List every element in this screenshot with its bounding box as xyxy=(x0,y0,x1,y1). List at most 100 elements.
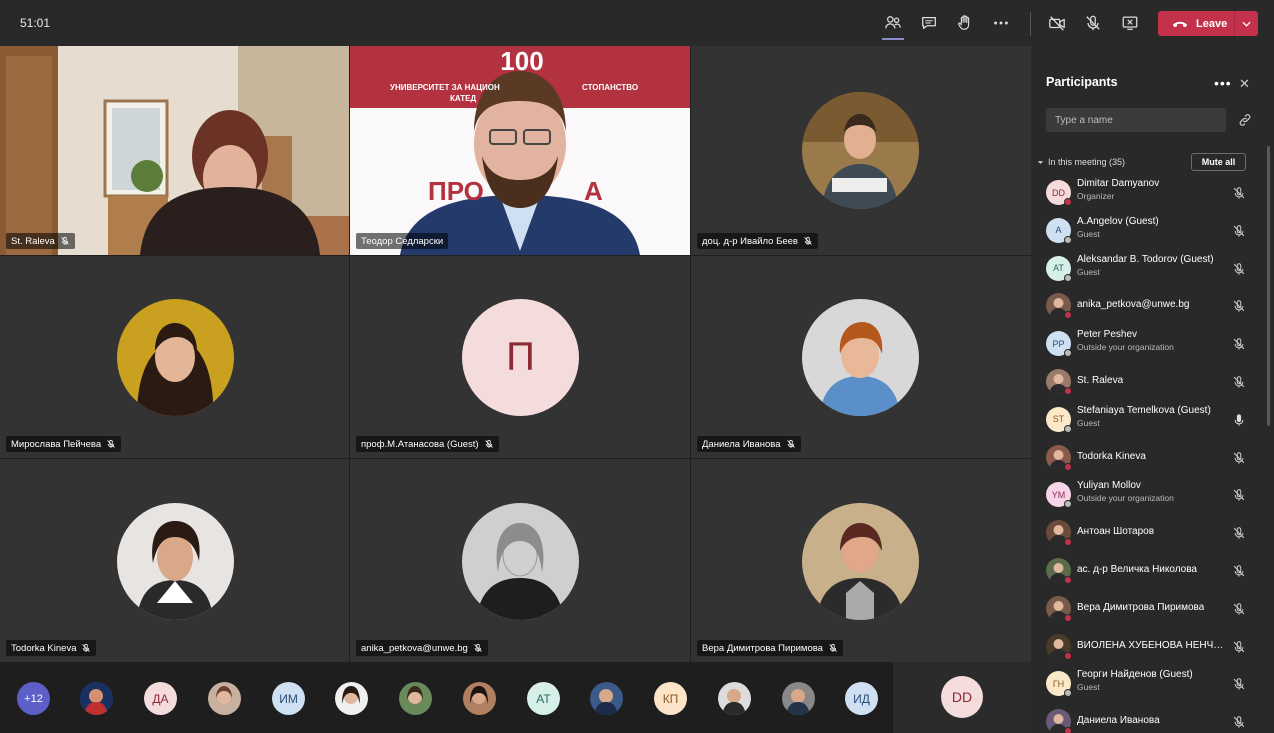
participant-name: Peter Peshev xyxy=(1077,329,1138,341)
participant-name: St. Raleva xyxy=(1077,374,1124,386)
participant-row[interactable]: YM Yuliyan Mollov Outside your organizatio… xyxy=(1031,476,1267,514)
mic-off-icon[interactable] xyxy=(1232,337,1246,351)
mic-off-icon xyxy=(829,643,837,652)
strip-avatar[interactable] xyxy=(80,682,113,715)
strip-avatar[interactable]: АТ xyxy=(527,682,560,715)
people-icon[interactable] xyxy=(883,13,903,33)
mic-off-icon[interactable] xyxy=(1232,224,1246,238)
video-tile[interactable]: anika_petkova@unwe.bg xyxy=(350,459,690,662)
mic-off-icon[interactable] xyxy=(1232,640,1246,654)
participant-search-input[interactable] xyxy=(1046,108,1226,132)
participant-photo-avatar xyxy=(1046,293,1072,320)
more-icon[interactable]: ••• xyxy=(1214,75,1232,91)
mic-off-icon[interactable] xyxy=(1232,526,1246,540)
self-preview[interactable]: DD xyxy=(893,662,1031,733)
meeting-toolbar: 51:01 Leave xyxy=(0,0,1274,46)
mic-off-icon[interactable] xyxy=(1232,451,1246,465)
participant-row[interactable]: A A.Angelov (Guest) Guest xyxy=(1031,212,1267,250)
participant-avatar xyxy=(117,299,234,416)
raise-hand-icon[interactable] xyxy=(955,13,975,33)
mic-off-icon xyxy=(804,236,812,245)
more-icon[interactable] xyxy=(991,13,1011,33)
panel-scrollbar[interactable] xyxy=(1267,146,1270,426)
strip-avatar[interactable] xyxy=(782,682,815,715)
strip-avatar[interactable]: ДА xyxy=(144,682,177,715)
chat-icon[interactable] xyxy=(919,13,939,33)
participant-role: Outside your organization xyxy=(1077,493,1174,504)
video-tile[interactable]: Вера Димитрова Пиримова xyxy=(691,459,1031,662)
participant-row[interactable]: ВИОЛЕНА ХУБЕНОВА НЕНЧЕ... xyxy=(1031,628,1267,666)
video-tile[interactable]: St. Raleva xyxy=(0,46,349,255)
overflow-participants-button[interactable]: +12 xyxy=(17,682,50,715)
video-tile[interactable]: Даниела Иванова xyxy=(691,256,1031,458)
participant-name-tag: проф.М.Атанасова (Guest) xyxy=(356,436,499,452)
strip-avatar[interactable]: КП xyxy=(654,682,687,715)
participant-row[interactable]: Даниела Иванова xyxy=(1031,703,1267,733)
participant-row[interactable]: St. Raleva xyxy=(1031,363,1267,401)
video-tile[interactable]: Мирослава Пейчева xyxy=(0,256,349,458)
participant-name: доц. д-р Ивайло Беев xyxy=(702,235,798,247)
mic-off-icon[interactable] xyxy=(1232,186,1246,200)
strip-avatar[interactable] xyxy=(399,682,432,715)
participant-row[interactable]: ас. д-р Величка Николова xyxy=(1031,552,1267,590)
participant-row[interactable]: AT Aleksandar B. Todorov (Guest) Guest xyxy=(1031,250,1267,288)
strip-avatar[interactable]: ИД xyxy=(845,682,878,715)
avatar-initials: ST xyxy=(1052,414,1065,425)
participant-role: Guest xyxy=(1077,417,1100,428)
video-tile[interactable]: 100 УНИВЕРСИТЕТ ЗА НАЦИОН СТОПАНСТВО КАТ… xyxy=(350,46,690,255)
mic-off-icon[interactable] xyxy=(1232,677,1246,691)
presence-status-dot xyxy=(1064,273,1072,282)
chevron-down-icon xyxy=(1037,160,1044,164)
strip-avatar[interactable] xyxy=(718,682,751,715)
participant-role: Guest xyxy=(1077,682,1100,693)
participant-name: Dimitar Damyanov xyxy=(1077,178,1160,189)
video-tile[interactable]: доц. д-р Ивайло Беев xyxy=(691,46,1031,255)
strip-avatar[interactable] xyxy=(590,682,623,715)
share-tray-icon[interactable] xyxy=(1120,13,1140,33)
mute-all-button[interactable]: Mute all xyxy=(1191,153,1246,171)
share-invite-icon[interactable] xyxy=(1238,113,1252,132)
participant-row[interactable]: ГН Георги Найденов (Guest) Guest xyxy=(1031,665,1267,703)
participant-initials-avatar: ST xyxy=(1046,406,1072,433)
participant-avatar xyxy=(117,503,234,620)
participant-row[interactable]: PP Peter Peshev Outside your organization xyxy=(1031,325,1267,363)
strip-avatar[interactable] xyxy=(208,682,241,715)
chevron-down-icon[interactable] xyxy=(1235,11,1258,36)
participant-row[interactable]: DD Dimitar Damyanov Organizer xyxy=(1031,174,1267,212)
leave-main[interactable]: Leave xyxy=(1158,11,1234,36)
in-meeting-section-toggle[interactable]: In this meeting (35) xyxy=(1037,157,1125,167)
close-icon[interactable]: ✕ xyxy=(1239,76,1250,92)
participant-name: Aleksandar B. Todorov (Guest) xyxy=(1077,253,1214,265)
strip-avatar[interactable]: ИМ xyxy=(272,682,305,715)
mic-off-icon[interactable] xyxy=(1232,488,1246,502)
participant-role: Guest xyxy=(1077,228,1100,239)
mic-off-icon[interactable] xyxy=(1232,564,1246,578)
camera-off-icon[interactable] xyxy=(1047,13,1067,33)
participant-name-tag: Мирослава Пейчева xyxy=(6,436,122,452)
mic-on-icon[interactable] xyxy=(1232,413,1246,427)
video-tile[interactable]: Todorka Kineva xyxy=(0,459,349,662)
participant-row[interactable]: anika_petkova@unwe.bg xyxy=(1031,287,1267,325)
participant-name: Даниела Иванова xyxy=(1077,715,1160,727)
banner-text-line1: УНИВЕРСИТЕТ ЗА НАЦИОН xyxy=(390,83,500,92)
participant-initials-avatar: ГН xyxy=(1046,671,1072,698)
participant-row[interactable]: Вера Димитрова Пиримова xyxy=(1031,590,1267,628)
mic-off-icon[interactable] xyxy=(1232,715,1246,729)
mic-off-icon[interactable] xyxy=(1232,262,1246,276)
mic-off-icon[interactable] xyxy=(1232,602,1246,616)
presence-status-dot xyxy=(1064,386,1072,395)
mic-off-icon[interactable] xyxy=(1232,375,1246,389)
mic-off-icon[interactable] xyxy=(1083,13,1103,33)
participant-row[interactable]: Todorka Kineva xyxy=(1031,439,1267,477)
participant-row[interactable]: ST Stefaniaya Temelkova (Guest) Guest xyxy=(1031,401,1267,439)
participant-photo-avatar xyxy=(1046,557,1072,584)
mic-off-icon[interactable] xyxy=(1232,299,1246,313)
leave-button[interactable]: Leave xyxy=(1158,11,1258,36)
participant-row[interactable]: Антоан Шотаров xyxy=(1031,514,1267,552)
slide-text-right: А xyxy=(584,176,603,206)
video-tile[interactable]: П проф.М.Атанасова (Guest) xyxy=(350,256,690,458)
participants-panel: Participants ••• ✕ In this meeting (35) … xyxy=(1031,46,1274,733)
strip-avatar[interactable] xyxy=(335,682,368,715)
strip-avatar[interactable] xyxy=(463,682,496,715)
teams-meeting-window: 51:01 Leave St. Raleva 100 УНИВЕРСИТЕТ З… xyxy=(0,0,1274,733)
